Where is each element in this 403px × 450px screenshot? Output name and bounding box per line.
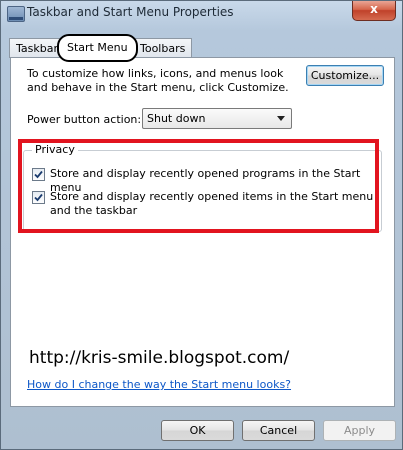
tab-toolbars[interactable]: Toolbars [133,38,193,58]
title-bar[interactable]: Taskbar and Start Menu Properties x [1,1,402,27]
privacy-group: Privacy Store and display recently opene… [23,143,382,232]
customize-button[interactable]: Customize... [306,65,384,86]
close-button[interactable]: x [352,1,396,21]
blog-url-watermark: http://kris-smile.blogspot.com/ [29,348,290,368]
apply-button[interactable]: Apply [323,420,396,441]
close-icon: x [370,2,378,16]
tab-start-menu[interactable]: Start Menu [57,34,138,62]
power-button-label: Power button action: [27,113,142,126]
dropdown-arrow-icon [277,116,285,121]
start-menu-panel: To customize how links, icons, and menus… [10,57,395,407]
intro-text: To customize how links, icons, and menus… [27,67,289,94]
ok-button[interactable]: OK [161,420,234,441]
taskbar-properties-icon [7,6,25,22]
recent-items-checkbox[interactable] [32,191,45,204]
power-button-select[interactable]: Shut down [142,108,292,129]
properties-window: Taskbar and Start Menu Properties x Task… [0,0,403,450]
window-title: Taskbar and Start Menu Properties [27,5,234,19]
recent-programs-checkbox[interactable] [32,168,45,181]
cancel-button[interactable]: Cancel [242,420,315,441]
recent-items-label: Store and display recently opened items … [50,190,374,217]
checkmark-icon [34,170,43,179]
power-button-value: Shut down [147,112,206,125]
privacy-legend: Privacy [32,143,78,156]
start-menu-help-link[interactable]: How do I change the way the Start menu l… [27,378,291,391]
checkmark-icon [34,193,43,202]
